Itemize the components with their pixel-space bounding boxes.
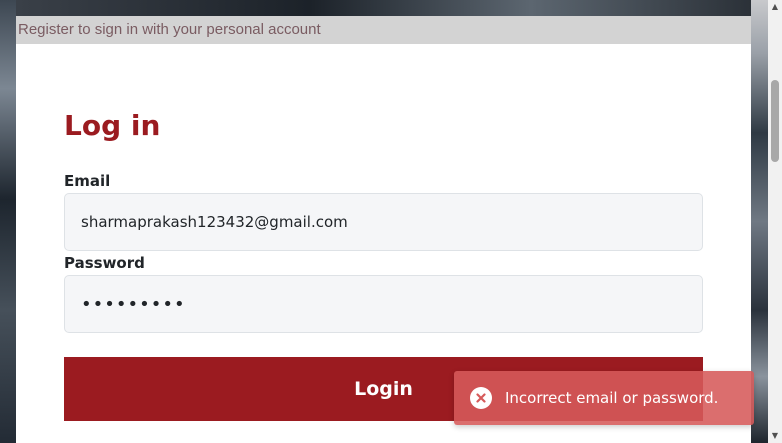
error-toast[interactable]: Incorrect email or password. (454, 371, 754, 425)
password-field[interactable] (64, 275, 703, 333)
page-title: Log in (64, 109, 161, 142)
password-label: Password (64, 254, 145, 272)
page-scrollbar[interactable]: ▲ ▼ (768, 0, 782, 443)
background-image-left (0, 0, 16, 443)
scrollbar-thumb[interactable] (771, 80, 779, 162)
background-image-top (16, 0, 751, 16)
toast-message: Incorrect email or password. (505, 389, 719, 407)
scroll-up-arrow-icon[interactable]: ▲ (768, 0, 782, 14)
register-link[interactable]: Register to sign in with your personal a… (16, 16, 751, 44)
scroll-down-arrow-icon[interactable]: ▼ (768, 429, 782, 443)
email-label: Email (64, 172, 111, 190)
email-field[interactable] (64, 193, 703, 251)
error-circle-x-icon (470, 387, 492, 409)
